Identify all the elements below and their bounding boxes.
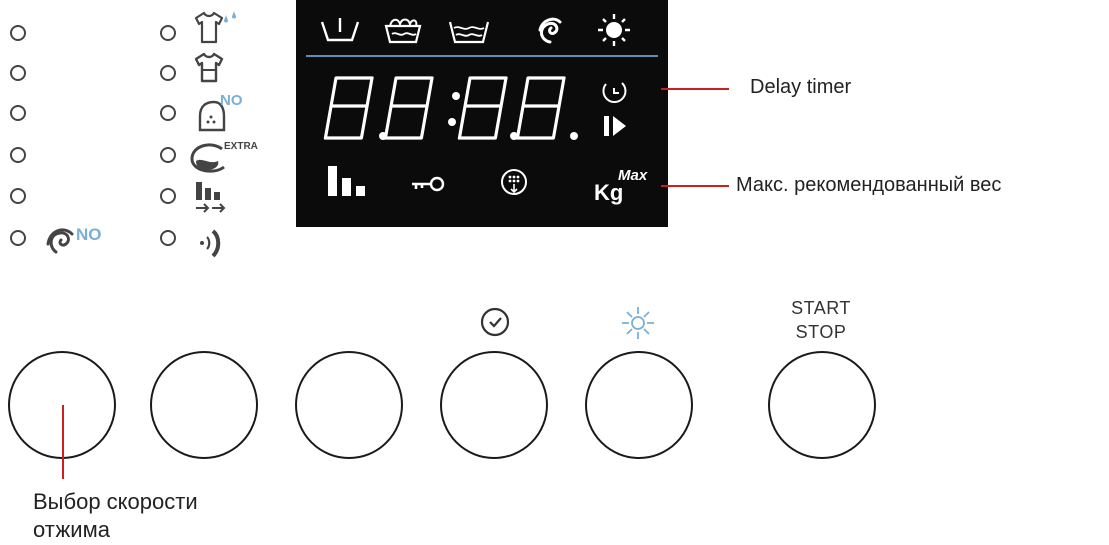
extra-rinse-icon: EXTRA bbox=[188, 137, 258, 175]
dry-button[interactable] bbox=[585, 351, 693, 459]
led-left-1 bbox=[10, 25, 26, 41]
display-panel: Kg Max bbox=[296, 0, 668, 227]
max-weight-label: Макс. рекомендованный вес bbox=[736, 174, 1002, 196]
wash-icon bbox=[384, 18, 422, 44]
sun-icon bbox=[620, 305, 656, 341]
delay-button[interactable] bbox=[440, 351, 548, 459]
spin-no-label: NO bbox=[76, 225, 102, 244]
led-left-6 bbox=[10, 230, 26, 246]
clock-icon bbox=[602, 82, 627, 103]
delay-timer-label: Delay timer bbox=[750, 76, 852, 98]
shirt-water-icon bbox=[192, 8, 242, 46]
option-button-2[interactable] bbox=[150, 351, 258, 459]
extra-label: EXTRA bbox=[224, 141, 258, 152]
drum-icon bbox=[501, 169, 527, 195]
led-left-2 bbox=[10, 65, 26, 81]
play-icon bbox=[604, 116, 626, 136]
sound-icon bbox=[194, 225, 234, 265]
led-left-3 bbox=[10, 105, 26, 121]
led-right-2 bbox=[160, 65, 176, 81]
start-stop-button[interactable] bbox=[768, 351, 876, 459]
led-right-3 bbox=[160, 105, 176, 121]
digit-dots bbox=[379, 92, 578, 140]
bar-levels-icon bbox=[328, 166, 365, 196]
iron-no-label: NO bbox=[220, 92, 243, 109]
spin-icon bbox=[538, 17, 562, 44]
spin-annotation-line2: отжима bbox=[33, 517, 110, 542]
led-left-5 bbox=[10, 188, 26, 204]
max-weight-line bbox=[661, 185, 729, 187]
led-right-5 bbox=[160, 188, 176, 204]
sun-icon bbox=[598, 14, 630, 46]
max-label: Max bbox=[618, 167, 648, 184]
option-button-3[interactable] bbox=[295, 351, 403, 459]
led-left-4 bbox=[10, 147, 26, 163]
led-right-6 bbox=[160, 230, 176, 246]
delay-timer-line bbox=[661, 88, 729, 90]
shirt-icon bbox=[192, 50, 226, 84]
key-lock-icon bbox=[412, 176, 445, 192]
iron-no-icon: NO bbox=[192, 92, 244, 134]
digit-display bbox=[323, 76, 566, 140]
led-right-4 bbox=[160, 147, 176, 163]
stop-label: STOP bbox=[795, 322, 847, 342]
spin-no-icon: NO bbox=[44, 222, 114, 258]
start-label: START bbox=[791, 298, 851, 318]
level-arrows-icon bbox=[192, 180, 232, 220]
led-right-1 bbox=[160, 25, 176, 41]
prewash-icon bbox=[320, 18, 360, 42]
spin-annotation-line1: Выбор скорости bbox=[33, 489, 198, 514]
rinse-icon bbox=[448, 21, 490, 44]
spin-annotation-line bbox=[62, 405, 64, 479]
clock-icon bbox=[478, 305, 512, 339]
